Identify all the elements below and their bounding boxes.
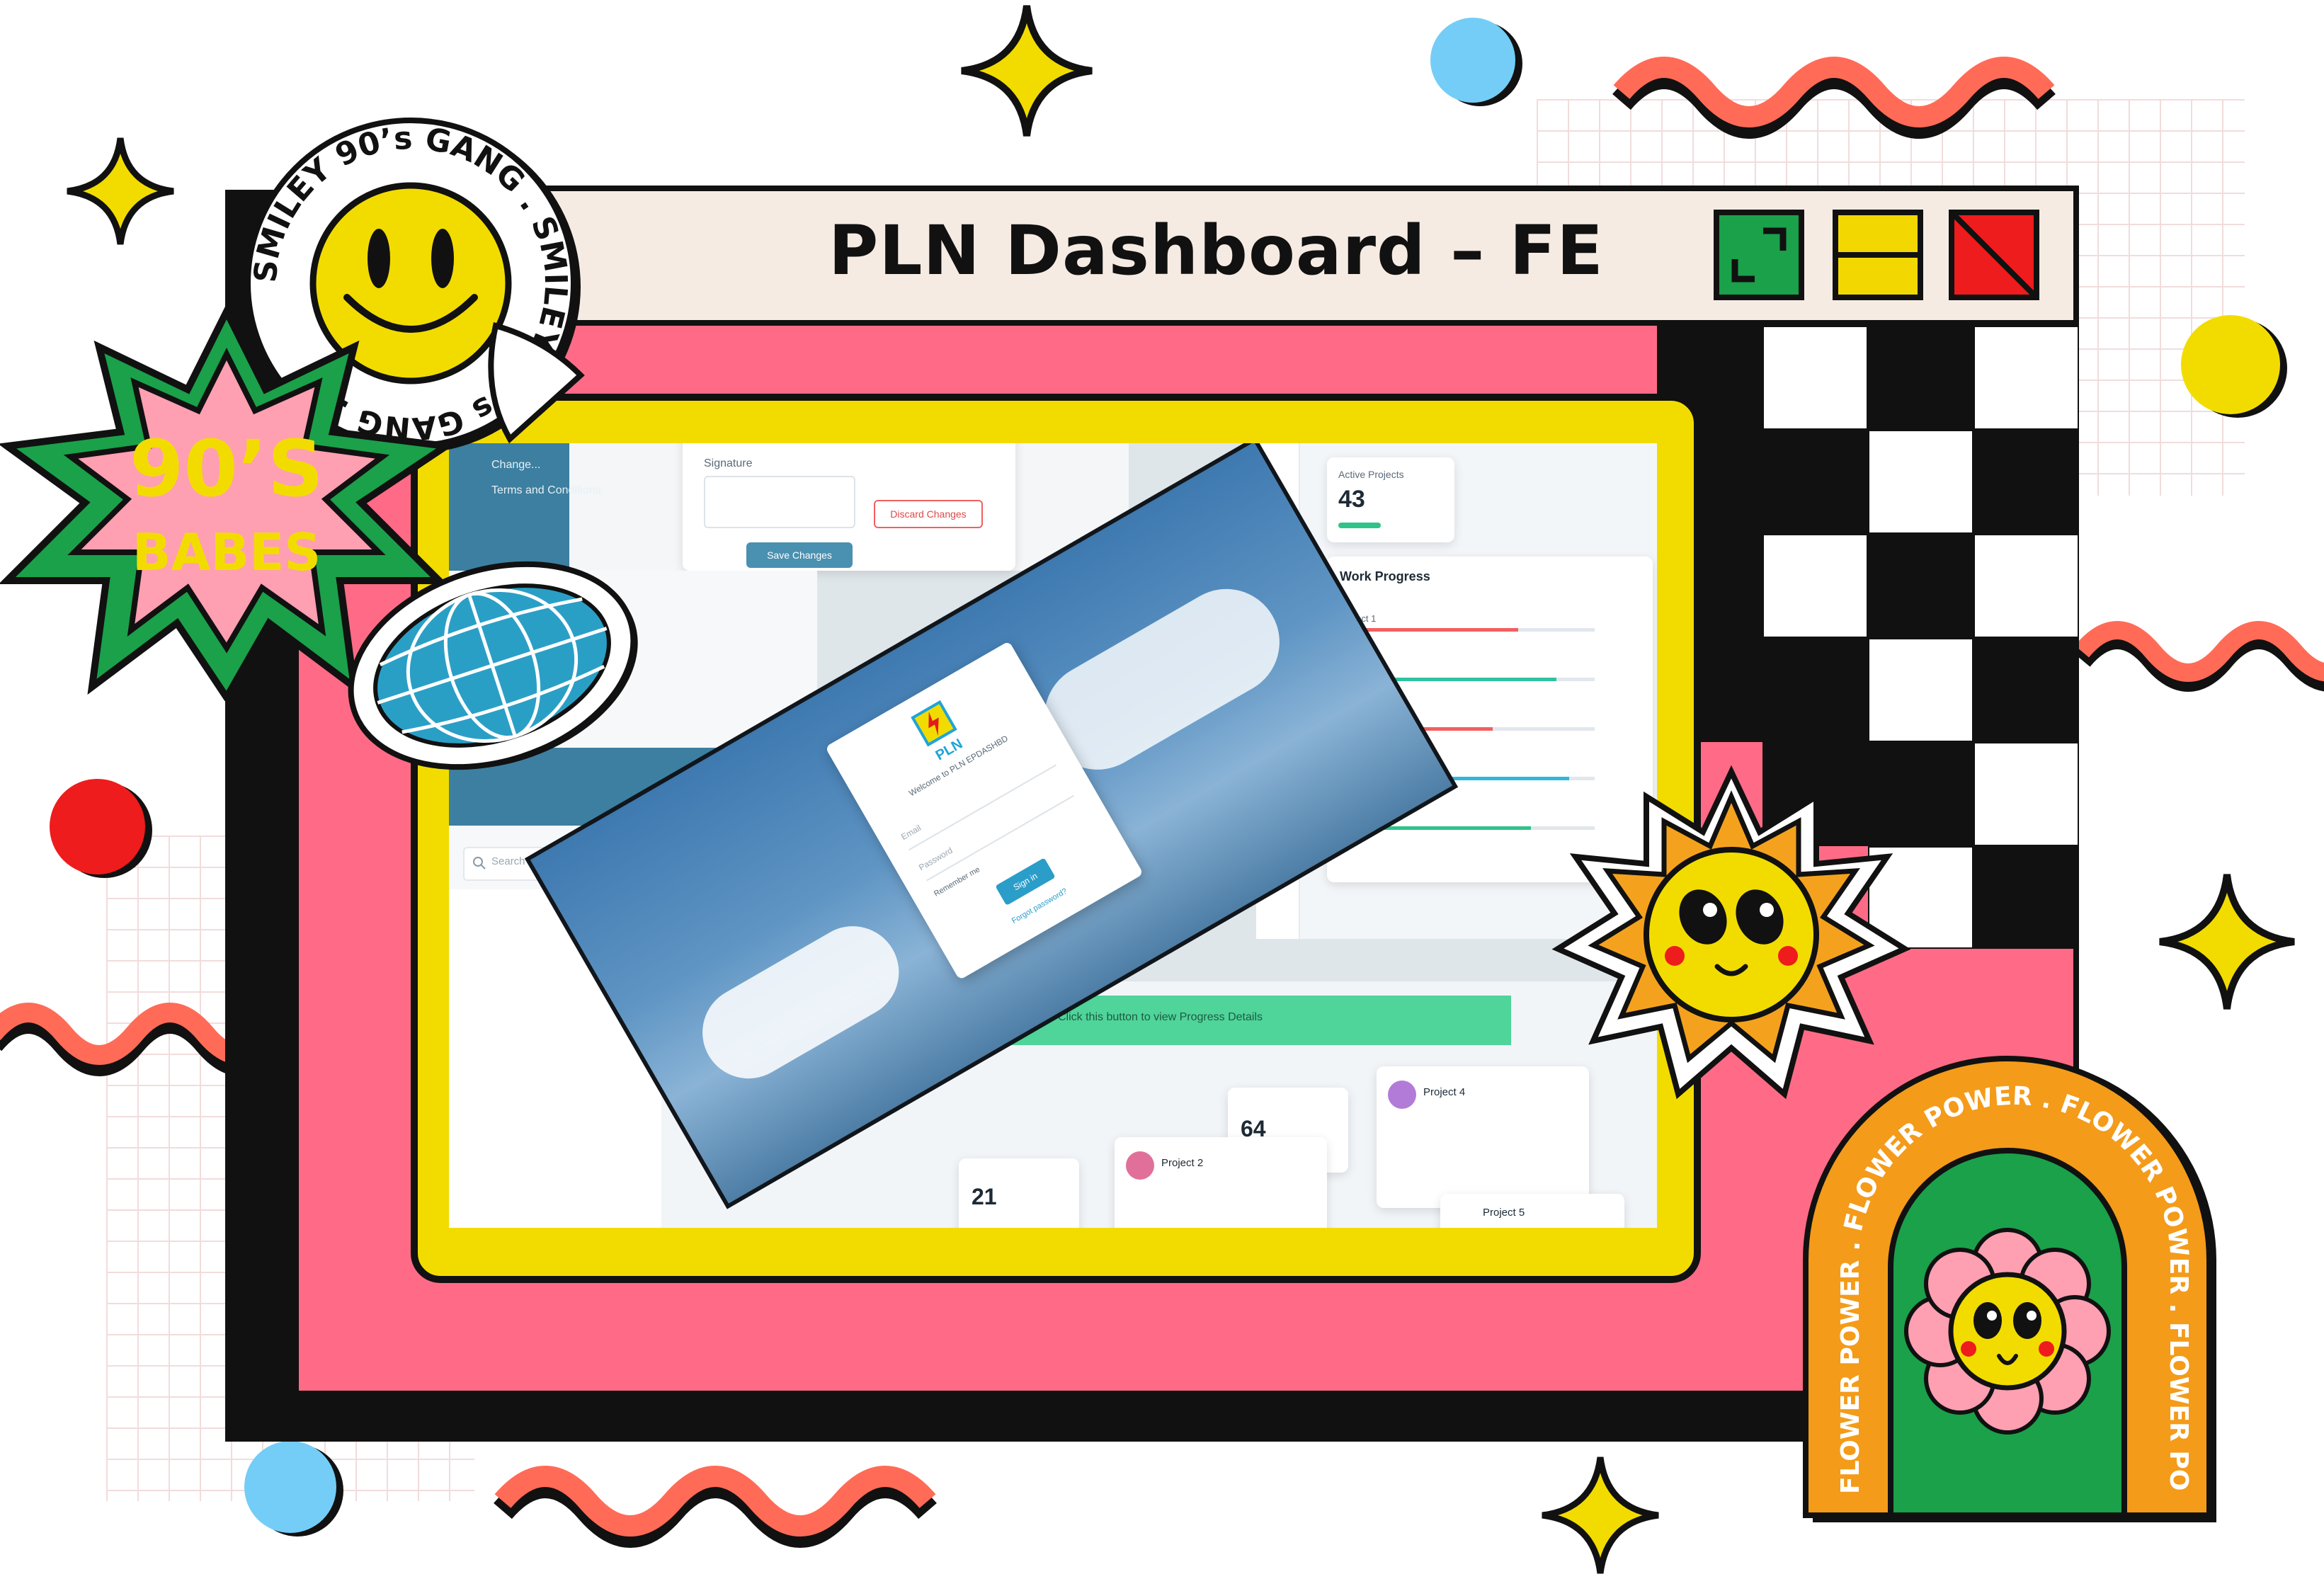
yellow-dot — [2181, 315, 2280, 414]
wavy-line-top — [1612, 57, 2056, 139]
active-projects-label: Active Projects — [1338, 469, 1404, 480]
flower-power-sticker: FLOWER POWER . FLOWER POWER . FLOWER POW… — [1784, 1034, 2216, 1522]
babes-line2: BABES — [132, 523, 321, 582]
sidebar-item[interactable]: Terms and Conditions — [491, 484, 601, 497]
split-icon — [1838, 252, 1918, 258]
globe-sticker — [348, 561, 638, 770]
babes-line1: 90’S — [130, 423, 324, 514]
wavy-line-right — [2075, 621, 2324, 692]
wavy-line-bottom — [494, 1466, 937, 1548]
avatar — [1388, 1081, 1416, 1109]
expand-icon — [1731, 227, 1787, 283]
maximize-button[interactable] — [1714, 210, 1804, 300]
project-card-title: Project 2 — [1161, 1157, 1204, 1169]
sparkle-icon — [2159, 874, 2295, 1010]
signature-field[interactable] — [704, 476, 855, 528]
sparkle-icon — [67, 137, 174, 245]
close-icon — [1952, 213, 2036, 297]
cloud — [685, 909, 916, 1095]
avatar — [1126, 1151, 1154, 1180]
blue-dot — [244, 1441, 336, 1533]
settings-card: Signature Discard Changes Save Changes — [683, 443, 1015, 571]
stat-card: 21 — [959, 1158, 1079, 1228]
trend-bar — [1338, 523, 1381, 528]
save-changes-button[interactable]: Save Changes — [746, 542, 853, 568]
discard-changes-button[interactable]: Discard Changes — [874, 500, 983, 528]
active-projects-card: Active Projects 43 — [1327, 457, 1454, 542]
sparkle-icon — [1542, 1457, 1659, 1574]
sparkle-icon — [961, 5, 1093, 137]
progress-row: Project 1 — [1340, 613, 1637, 632]
project-card-title: Project 5 — [1483, 1207, 1525, 1219]
close-button[interactable] — [1949, 210, 2039, 300]
progress-project-name: Project 1 — [1340, 613, 1637, 624]
red-dot — [50, 779, 145, 874]
active-projects-value: 43 — [1338, 486, 1365, 513]
work-progress-title: Work Progress — [1340, 569, 1430, 583]
search-placeholder: Search — [491, 855, 525, 867]
window-title: PLN Dashboard – FE — [828, 211, 1604, 290]
login-brand: PLN — [933, 736, 966, 764]
sidebar-item[interactable]: Change... — [491, 459, 540, 472]
project-card[interactable]: Project 5 — [1440, 1194, 1624, 1228]
search-icon — [473, 857, 486, 870]
blue-dot — [1430, 18, 1515, 103]
banner-text: Click this button to view Progress Detai… — [1058, 1011, 1263, 1023]
split-view-button[interactable] — [1833, 210, 1923, 300]
save-changes-label: Save Changes — [767, 549, 832, 561]
project-card[interactable]: Project 2 — [1115, 1137, 1327, 1228]
progress-bar — [1340, 628, 1595, 632]
signature-label: Signature — [704, 457, 753, 469]
project-card-title: Project 4 — [1423, 1086, 1466, 1098]
stat-value: 21 — [972, 1184, 997, 1209]
discard-changes-label: Discard Changes — [890, 508, 967, 520]
